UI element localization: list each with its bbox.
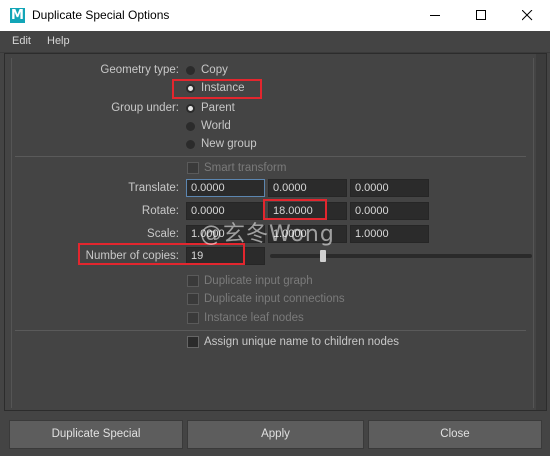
translate-label: Translate: — [128, 182, 179, 194]
radio-copy-label: Copy — [201, 64, 228, 76]
close-window-button[interactable] — [504, 0, 550, 31]
duplicate-input-connections-checkbox[interactable] — [187, 293, 199, 305]
close-icon — [522, 10, 533, 21]
radio-new-group[interactable] — [186, 140, 195, 149]
maya-app-icon: M — [10, 8, 25, 23]
assign-unique-name-checkbox[interactable] — [187, 336, 199, 348]
radio-world[interactable] — [186, 122, 195, 131]
close-button[interactable]: Close — [368, 420, 542, 449]
duplicate-input-graph-checkbox[interactable] — [187, 275, 199, 287]
maximize-icon — [476, 10, 486, 20]
highlight-instance — [172, 79, 262, 99]
copies-slider-track[interactable] — [270, 254, 532, 258]
menu-edit[interactable]: Edit — [12, 35, 31, 47]
group-under-label: Group under: — [111, 102, 179, 114]
radio-parent-label: Parent — [201, 102, 235, 114]
scale-label: Scale: — [147, 228, 179, 240]
window-title: Duplicate Special Options — [32, 8, 170, 22]
translate-y-field[interactable]: 0.0000 — [268, 179, 347, 197]
menu-bar: Edit Help — [0, 31, 550, 53]
duplicate-input-connections-label: Duplicate input connections — [204, 293, 345, 305]
scale-z-field[interactable]: 1.0000 — [350, 225, 429, 243]
duplicate-input-graph-label: Duplicate input graph — [204, 275, 313, 287]
radio-world-label: World — [201, 120, 231, 132]
menu-help[interactable]: Help — [47, 35, 70, 47]
vertical-scrollbar[interactable] — [536, 54, 546, 410]
copies-slider-handle[interactable] — [319, 250, 326, 262]
watermark-text: @玄冬Wong — [200, 222, 335, 247]
minimize-icon — [430, 15, 440, 16]
separator — [15, 156, 526, 157]
rotate-label: Rotate: — [141, 205, 179, 217]
minimize-button[interactable] — [412, 0, 458, 31]
smart-transform-checkbox[interactable] — [187, 162, 199, 174]
radio-parent[interactable] — [186, 104, 195, 113]
instance-leaf-nodes-label: Instance leaf nodes — [204, 312, 304, 324]
instance-leaf-nodes-checkbox[interactable] — [187, 312, 199, 324]
translate-x-field[interactable]: 0.0000 — [186, 179, 265, 197]
translate-z-field[interactable]: 0.0000 — [350, 179, 429, 197]
separator — [15, 330, 526, 331]
geometry-type-label: Geometry type: — [100, 64, 179, 76]
radio-copy[interactable] — [186, 66, 195, 75]
apply-button[interactable]: Apply — [187, 420, 364, 449]
radio-new-group-label: New group — [201, 138, 257, 150]
duplicate-special-button[interactable]: Duplicate Special — [9, 420, 183, 449]
rotate-z-field[interactable]: 0.0000 — [350, 202, 429, 220]
button-bar: Duplicate Special Apply Close — [0, 414, 550, 456]
maximize-button[interactable] — [458, 0, 504, 31]
smart-transform-label: Smart transform — [204, 162, 287, 174]
title-bar: M Duplicate Special Options — [0, 0, 550, 31]
assign-unique-name-label: Assign unique name to children nodes — [204, 336, 399, 348]
